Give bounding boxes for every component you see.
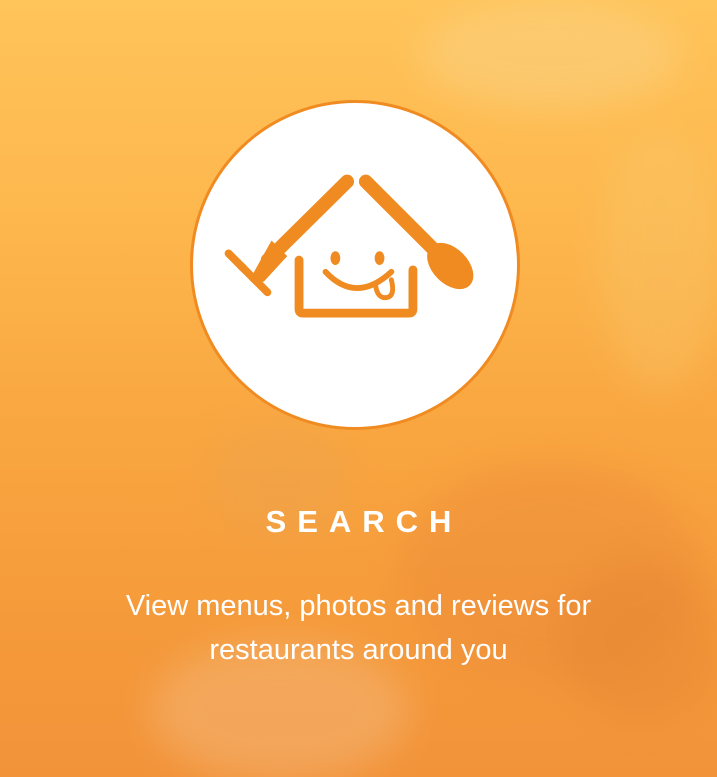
description-line-2: restaurants around you [209,634,508,666]
house-fork-spoon-smiley-icon [224,174,474,318]
app-logo-circle [190,100,520,430]
background-decoration [600,130,717,390]
description-line-1: View menus, photos and reviews for [125,590,592,622]
onboarding-description: View menus, photos and reviews for resta… [60,584,657,672]
background-decoration [420,0,680,110]
onboarding-screen: SEARCH View menus, photos and reviews fo… [0,0,717,777]
onboarding-title: SEARCH [265,504,463,539]
